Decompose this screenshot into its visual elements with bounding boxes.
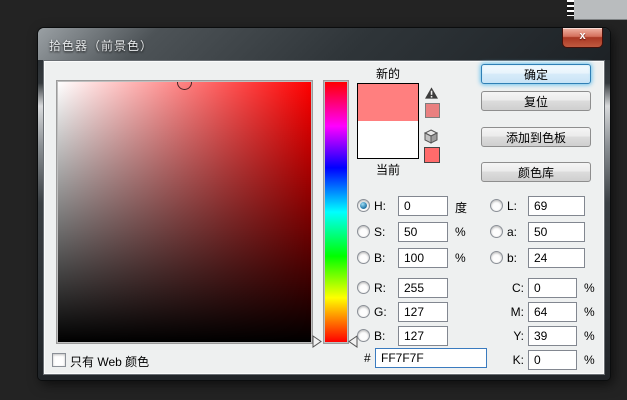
a-label: a: xyxy=(507,225,518,239)
row-g-m: G: M: % xyxy=(44,302,604,322)
web-colors-only-label: 只有 Web 颜色 xyxy=(70,355,150,369)
lab-b-label: b: xyxy=(507,251,518,265)
c-input[interactable] xyxy=(528,278,577,298)
radio-lab-b[interactable] xyxy=(490,251,503,264)
radio-g[interactable] xyxy=(357,305,370,318)
row-s-a: S: % a: xyxy=(44,222,604,242)
background-panel-fragment xyxy=(574,0,627,20)
current-color-label: 当前 xyxy=(375,163,400,177)
m-label: M: xyxy=(510,305,524,319)
row-h-l: H: 度 L: xyxy=(44,196,604,216)
l-label: L: xyxy=(507,199,518,213)
radio-l[interactable] xyxy=(490,199,503,212)
current-color-swatch[interactable] xyxy=(358,121,418,158)
h-input[interactable] xyxy=(398,196,448,216)
ok-button[interactable]: 确定 xyxy=(481,64,591,84)
s-label: S: xyxy=(374,225,386,239)
c-label: C: xyxy=(512,281,524,295)
background-scroll-strip xyxy=(567,0,574,16)
k-label: K: xyxy=(512,353,524,367)
y-label: Y: xyxy=(513,329,524,343)
dialog-titlebar[interactable]: 拾色器（前景色） x xyxy=(38,28,610,60)
color-field-marker[interactable] xyxy=(177,82,192,90)
hex-prefix: # xyxy=(364,351,371,365)
b-brightness-input[interactable] xyxy=(398,248,448,268)
m-suffix: % xyxy=(584,305,595,319)
lab-b-input[interactable] xyxy=(528,248,585,268)
row-b-y: B: Y: % xyxy=(44,326,604,346)
b-brightness-label: B: xyxy=(374,251,386,265)
a-input[interactable] xyxy=(528,222,585,242)
web-colors-only-checkbox[interactable] xyxy=(52,353,66,367)
reset-button[interactable]: 复位 xyxy=(481,91,591,111)
r-input[interactable] xyxy=(398,278,448,298)
add-to-swatches-button[interactable]: 添加到色板 xyxy=(481,127,591,147)
g-label: G: xyxy=(374,305,387,319)
radio-r[interactable] xyxy=(357,281,370,294)
y-suffix: % xyxy=(584,329,595,343)
m-input[interactable] xyxy=(528,302,577,322)
b-brightness-suffix: % xyxy=(455,251,466,265)
l-input[interactable] xyxy=(528,196,585,216)
color-libraries-button[interactable]: 颜色库 xyxy=(481,162,591,182)
gamut-warning-icon[interactable] xyxy=(425,87,438,99)
new-color-swatch xyxy=(358,84,418,121)
radio-b-brightness[interactable] xyxy=(357,251,370,264)
radio-rgb-b[interactable] xyxy=(357,329,370,342)
g-input[interactable] xyxy=(398,302,448,322)
radio-s[interactable] xyxy=(357,225,370,238)
rgb-b-input[interactable] xyxy=(398,326,448,346)
dialog-body: 新的 当前 确定 复位 添加到色板 颜色库 H: 度 xyxy=(43,60,605,375)
r-label: R: xyxy=(374,281,386,295)
h-label: H: xyxy=(374,199,386,213)
y-input[interactable] xyxy=(528,326,577,346)
dialog-title: 拾色器（前景色） xyxy=(49,39,154,53)
k-input[interactable] xyxy=(528,350,577,370)
row-r-c: R: C: % xyxy=(44,278,604,298)
h-suffix: 度 xyxy=(455,201,468,215)
rgb-b-label: B: xyxy=(374,329,386,343)
c-suffix: % xyxy=(584,281,595,295)
s-input[interactable] xyxy=(398,222,448,242)
close-button[interactable]: x xyxy=(562,28,603,48)
color-compare-swatch xyxy=(357,83,419,159)
web-proxy-swatch[interactable] xyxy=(424,147,440,163)
hex-input[interactable] xyxy=(375,348,487,368)
new-color-label: 新的 xyxy=(375,67,400,81)
row-b-b: B: % b: xyxy=(44,248,604,268)
gamut-proxy-swatch[interactable] xyxy=(425,103,440,118)
k-suffix: % xyxy=(584,353,595,367)
radio-a[interactable] xyxy=(490,225,503,238)
color-picker-dialog: 拾色器（前景色） x 新的 当前 确定 复位 添加到色板 颜色库 H: 0 度 … xyxy=(38,28,610,380)
radio-h[interactable] xyxy=(357,199,370,212)
s-suffix: % xyxy=(455,225,466,239)
web-cube-icon[interactable] xyxy=(423,129,439,144)
